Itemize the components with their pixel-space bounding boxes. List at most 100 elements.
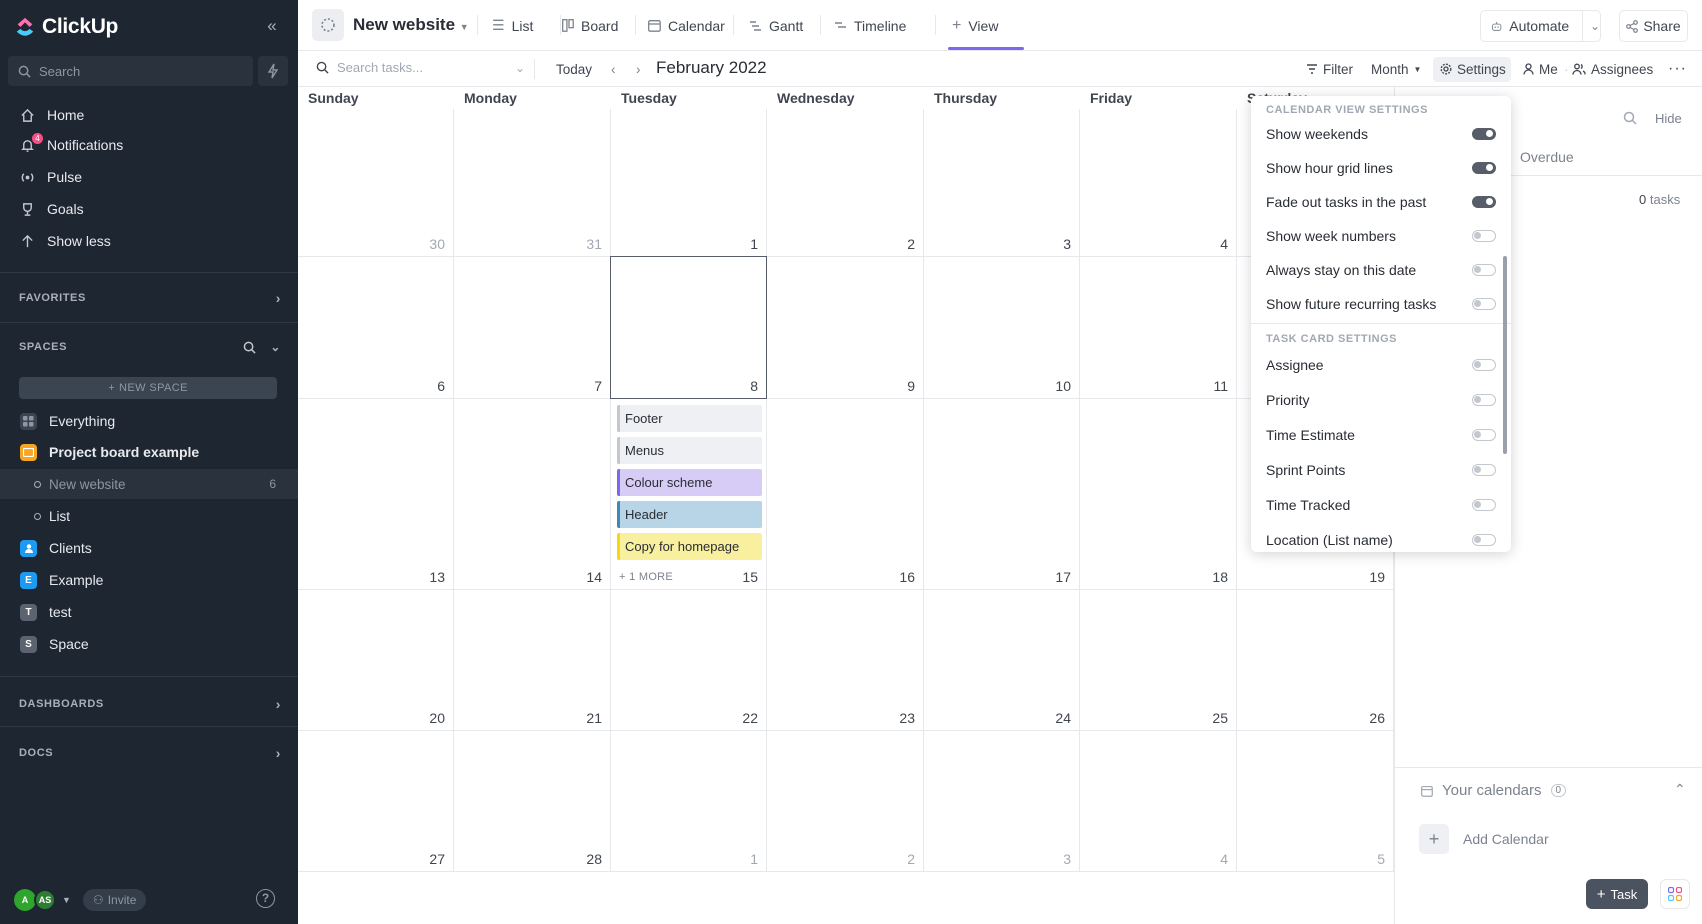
calendar-day-cell[interactable]: 7 (454, 257, 611, 399)
search-tasks-input[interactable]: Search tasks... ⌄ (316, 60, 525, 75)
avatar[interactable]: AS (34, 889, 56, 911)
add-view-button[interactable]: + View (952, 0, 998, 51)
project-status-icon[interactable] (312, 9, 344, 41)
setting-toggle[interactable] (1472, 196, 1496, 208)
task-card[interactable]: Menus (617, 437, 762, 464)
chevron-down-icon[interactable]: ⌄ (1590, 19, 1600, 33)
calendar-day-cell[interactable]: 16 (767, 399, 924, 590)
calendar-day-cell[interactable]: 26 (1237, 590, 1394, 731)
clickup-logo[interactable]: ClickUp (14, 13, 118, 41)
tab-gantt[interactable]: Gantt (749, 0, 803, 51)
calendar-day-cell[interactable]: 2 (767, 109, 924, 257)
assignees-button[interactable]: Assignees (1572, 51, 1653, 87)
nav-show-less[interactable]: Show less (0, 226, 298, 256)
quick-action-button[interactable] (258, 56, 288, 86)
more-options-icon[interactable]: ··· (1668, 51, 1687, 87)
project-title[interactable]: New website ▼ (353, 15, 469, 35)
user-menu[interactable]: A AS ▼ ⚇ Invite (14, 885, 147, 915)
nav-notifications[interactable]: 4 Notifications (0, 130, 298, 160)
setting-toggle[interactable] (1472, 394, 1496, 406)
settings-button[interactable]: Settings (1440, 51, 1506, 87)
calendar-day-cell[interactable]: 15 Footer Menus Colour scheme Header Copy for… (611, 399, 767, 590)
share-button[interactable]: Share (1619, 10, 1688, 42)
collapse-sidebar-icon[interactable]: « (262, 16, 282, 36)
nav-goals[interactable]: Goals (0, 194, 298, 224)
automate-button[interactable]: Automate ⌄ (1480, 10, 1601, 42)
nav-pulse[interactable]: Pulse (0, 162, 298, 192)
calendar-day-cell[interactable]: 18 (1080, 399, 1237, 590)
list-new-website[interactable]: New website 6 (0, 469, 298, 499)
setting-toggle[interactable] (1472, 162, 1496, 174)
setting-row[interactable]: Time Estimate (1266, 423, 1496, 447)
tab-overdue[interactable]: Overdue (1520, 149, 1574, 165)
calendar-day-cell[interactable]: 30 (298, 109, 454, 257)
task-card[interactable]: Copy for homepage (617, 533, 762, 560)
calendar-day-cell[interactable]: 4 (1080, 731, 1237, 872)
search-icon[interactable] (1623, 111, 1637, 125)
tab-calendar[interactable]: Calendar (648, 0, 725, 51)
space-everything[interactable]: Everything (0, 406, 298, 436)
spaces-header[interactable]: SPACES ⌄ (19, 337, 281, 357)
calendar-day-cell[interactable]: 20 (298, 590, 454, 731)
setting-toggle[interactable] (1472, 230, 1496, 242)
setting-row[interactable]: Priority (1266, 388, 1496, 412)
setting-row[interactable]: Location (List name) (1266, 528, 1496, 552)
invite-button[interactable]: ⚇ Invite (82, 889, 147, 911)
calendar-day-cell[interactable]: 5 (1237, 731, 1394, 872)
avatar[interactable]: A (14, 889, 36, 911)
task-card[interactable]: Footer (617, 405, 762, 432)
me-filter-button[interactable]: Me (1523, 51, 1558, 87)
hide-panel-button[interactable]: Hide (1655, 111, 1682, 126)
next-month-icon[interactable]: › (636, 51, 641, 87)
calendar-day-cell[interactable]: 25 (1080, 590, 1237, 731)
calendar-day-cell[interactable]: 4 (1080, 109, 1237, 257)
calendar-day-cell[interactable]: 9 (767, 257, 924, 399)
space-clients[interactable]: Clients (0, 533, 298, 563)
popup-scrollbar[interactable] (1503, 256, 1507, 454)
new-space-button[interactable]: + NEW SPACE (19, 377, 277, 399)
caret-down-icon[interactable]: ▼ (62, 895, 71, 905)
setting-row[interactable]: Show future recurring tasks (1266, 292, 1496, 316)
calendar-day-cell[interactable]: 6 (298, 257, 454, 399)
setting-toggle[interactable] (1472, 499, 1496, 511)
setting-toggle[interactable] (1472, 264, 1496, 276)
space-test[interactable]: T test (0, 597, 298, 627)
setting-row[interactable]: Sprint Points (1266, 458, 1496, 482)
today-button[interactable]: Today (556, 51, 592, 87)
setting-toggle[interactable] (1472, 128, 1496, 140)
chevron-down-icon[interactable]: ⌄ (515, 61, 525, 75)
filter-button[interactable]: Filter (1306, 51, 1353, 87)
tab-list[interactable]: ☰ List (492, 0, 533, 51)
setting-toggle[interactable] (1472, 359, 1496, 371)
calendar-day-cell[interactable]: 31 (454, 109, 611, 257)
calendar-day-cell[interactable]: 3 (924, 109, 1080, 257)
calendar-day-cell[interactable]: 8 (610, 256, 767, 399)
add-calendar-button[interactable]: + Add Calendar (1419, 824, 1549, 854)
your-calendars-header[interactable]: Your calendars 0 (1421, 782, 1567, 799)
setting-row[interactable]: Always stay on this date (1266, 258, 1496, 282)
setting-row[interactable]: Fade out tasks in the past (1266, 190, 1496, 214)
setting-row[interactable]: Show weekends (1266, 122, 1496, 146)
calendar-day-cell[interactable]: 28 (454, 731, 611, 872)
help-icon[interactable]: ? (256, 889, 275, 908)
tab-timeline[interactable]: Timeline (834, 0, 906, 51)
setting-row[interactable]: Show week numbers (1266, 224, 1496, 248)
task-card[interactable]: Colour scheme (617, 469, 762, 496)
calendar-day-cell[interactable]: 13 (298, 399, 454, 590)
dashboards-header[interactable]: DASHBOARDS › (19, 694, 281, 714)
prev-month-icon[interactable]: ‹ (611, 51, 616, 87)
more-tasks-link[interactable]: + 1 MORE (619, 571, 673, 583)
new-task-button[interactable]: + Task (1586, 879, 1648, 909)
space-space[interactable]: S Space (0, 629, 298, 659)
setting-toggle[interactable] (1472, 534, 1496, 546)
calendar-day-cell[interactable]: 14 (454, 399, 611, 590)
chevron-up-icon[interactable]: ⌃ (1674, 781, 1686, 798)
setting-toggle[interactable] (1472, 464, 1496, 476)
calendar-day-cell[interactable]: 21 (454, 590, 611, 731)
space-project-board-example[interactable]: Project board example (0, 437, 298, 467)
setting-row[interactable]: Time Tracked (1266, 493, 1496, 517)
search-icon[interactable] (243, 341, 256, 354)
apps-button[interactable] (1660, 879, 1690, 909)
calendar-day-cell[interactable]: 23 (767, 590, 924, 731)
list-list[interactable]: List (0, 501, 298, 531)
